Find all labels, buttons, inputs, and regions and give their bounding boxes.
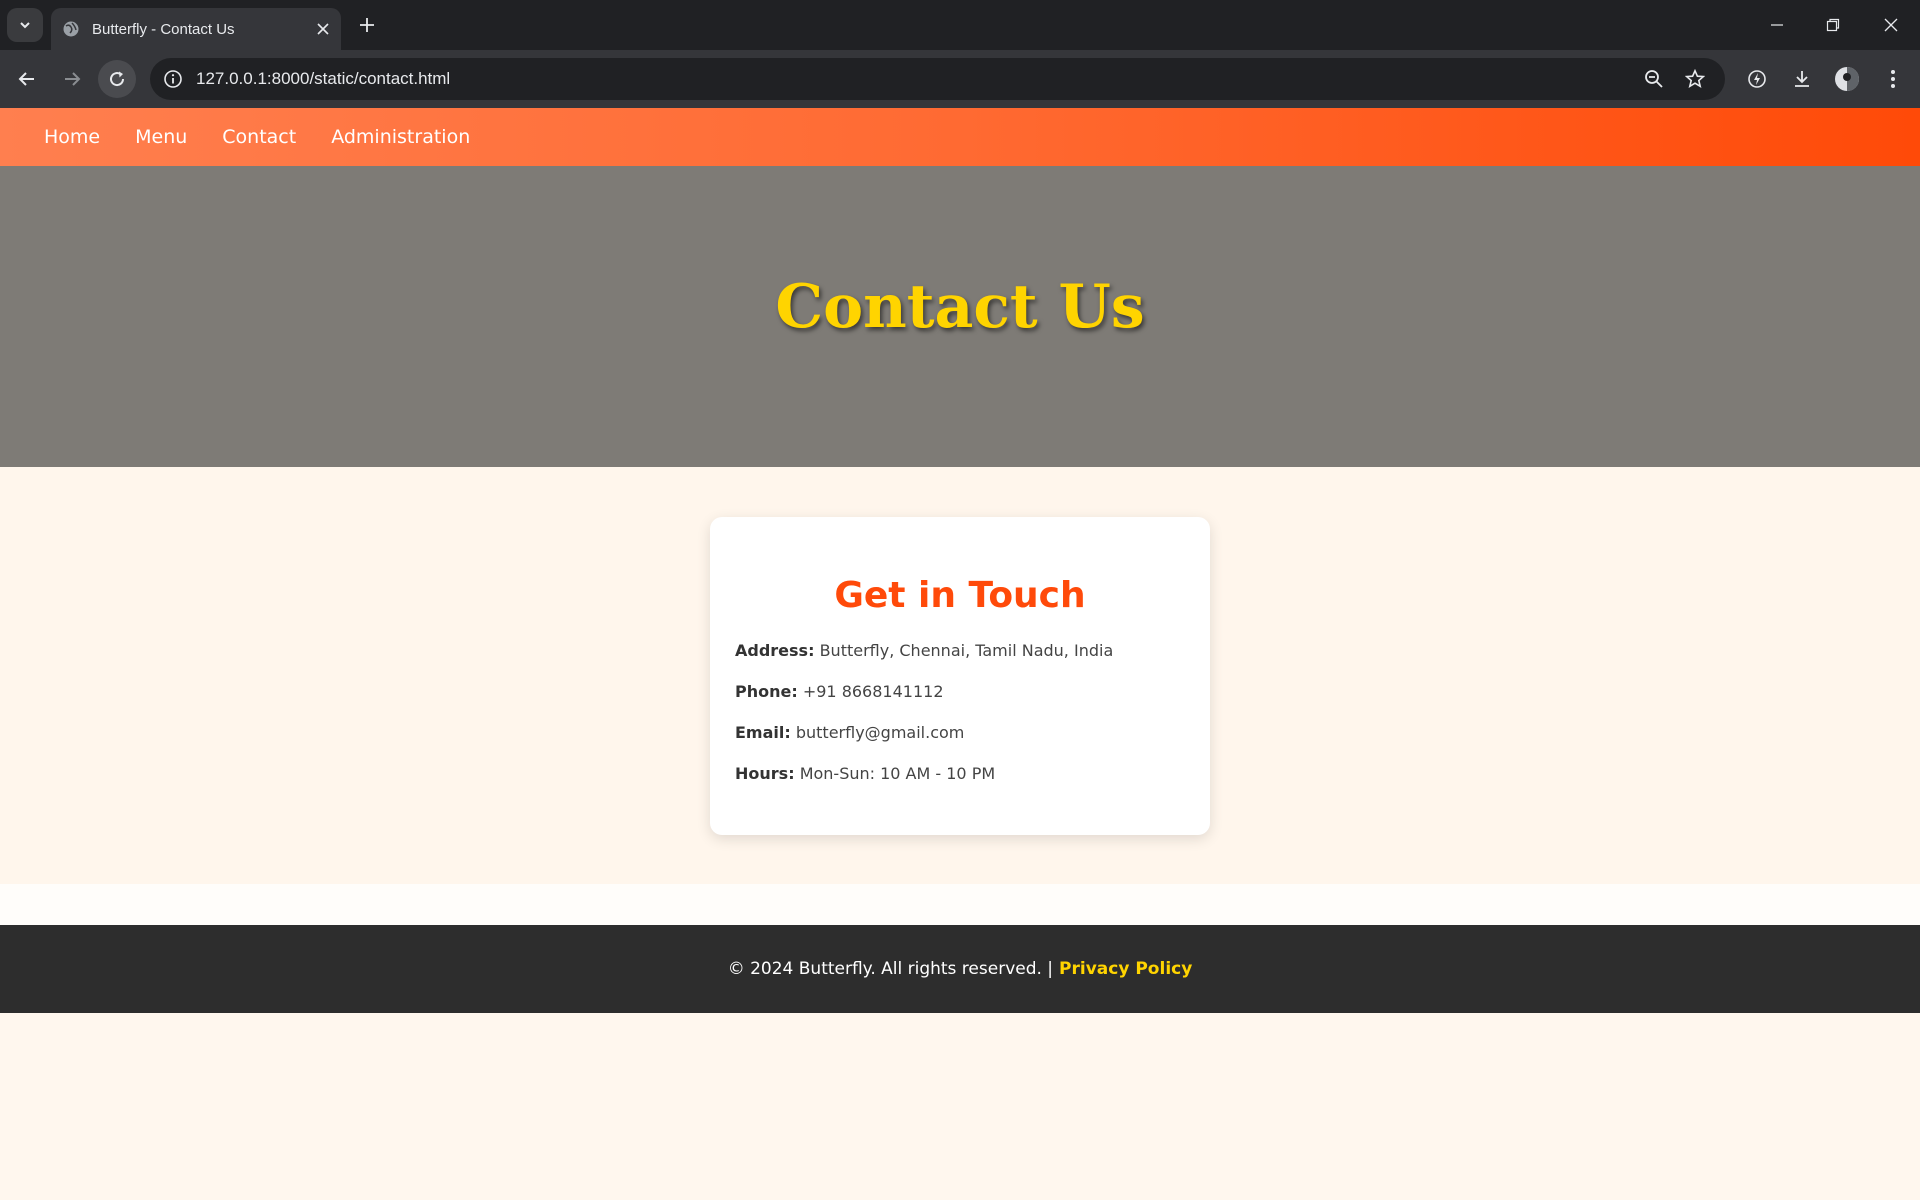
copyright-text: © 2024 Butterfly. All rights reserved. |	[727, 959, 1054, 979]
email-row: Email: butterfly@gmail.com	[735, 722, 1185, 744]
page-title: Contact Us	[775, 271, 1145, 342]
section-divider	[0, 884, 1920, 925]
hours-row: Hours: Mon-Sun: 10 AM - 10 PM	[735, 763, 1185, 785]
more-menu-icon[interactable]	[1874, 60, 1912, 98]
zoom-icon[interactable]	[1643, 68, 1665, 90]
forward-icon[interactable]	[53, 60, 91, 98]
phone-label: Phone:	[735, 682, 798, 701]
address-label: Address:	[735, 641, 815, 660]
performance-icon[interactable]	[1738, 60, 1776, 98]
nav-link-administration[interactable]: Administration	[331, 126, 470, 148]
address-row: Address: Butterfly, Chennai, Tamil Nadu,…	[735, 640, 1185, 662]
privacy-policy-link[interactable]: Privacy Policy	[1059, 959, 1192, 979]
browser-tabstrip: Butterfly - Contact Us	[0, 0, 1920, 50]
download-icon[interactable]	[1783, 60, 1821, 98]
minimize-icon[interactable]	[1762, 10, 1792, 40]
star-icon[interactable]	[1684, 68, 1706, 90]
restore-icon[interactable]	[1818, 10, 1848, 40]
browser-toolbar: 127.0.0.1:8000/static/contact.html	[0, 50, 1920, 108]
tab-list-icon[interactable]	[7, 8, 43, 42]
tab-title: Butterfly - Contact Us	[92, 20, 235, 38]
hours-label: Hours:	[735, 764, 795, 783]
hero-banner: Contact Us	[0, 166, 1920, 467]
hours-value: Mon-Sun: 10 AM - 10 PM	[799, 764, 996, 783]
info-icon[interactable]	[162, 68, 184, 90]
browser-tab[interactable]: Butterfly - Contact Us	[51, 8, 341, 50]
nav-link-contact[interactable]: Contact	[222, 126, 296, 148]
site-footer: © 2024 Butterfly. All rights reserved. |…	[0, 925, 1920, 1013]
close-icon[interactable]	[313, 19, 333, 39]
contact-section: Get in Touch Address: Butterfly, Chennai…	[0, 467, 1920, 884]
profile-avatar[interactable]	[1828, 60, 1866, 98]
nav-link-menu[interactable]: Menu	[135, 126, 187, 148]
email-label: Email:	[735, 723, 791, 742]
card-heading: Get in Touch	[834, 575, 1086, 616]
phone-row: Phone: +91 8668141112	[735, 681, 1185, 703]
plus-icon[interactable]	[355, 13, 379, 37]
globe-icon	[62, 20, 80, 38]
address-bar[interactable]: 127.0.0.1:8000/static/contact.html	[150, 58, 1725, 100]
page-background	[0, 1013, 1920, 1200]
contact-card: Get in Touch Address: Butterfly, Chennai…	[710, 517, 1210, 835]
reload-icon[interactable]	[98, 60, 136, 98]
back-icon[interactable]	[8, 60, 46, 98]
email-value: butterfly@gmail.com	[795, 723, 965, 742]
url-text: 127.0.0.1:8000/static/contact.html	[196, 69, 451, 88]
address-value: Butterfly, Chennai, Tamil Nadu, India	[819, 641, 1114, 660]
phone-value: +91 8668141112	[802, 682, 944, 701]
nav-link-home[interactable]: Home	[44, 126, 100, 148]
window-close-icon[interactable]	[1876, 10, 1906, 40]
site-navbar: Home Menu Contact Administration	[0, 108, 1920, 166]
